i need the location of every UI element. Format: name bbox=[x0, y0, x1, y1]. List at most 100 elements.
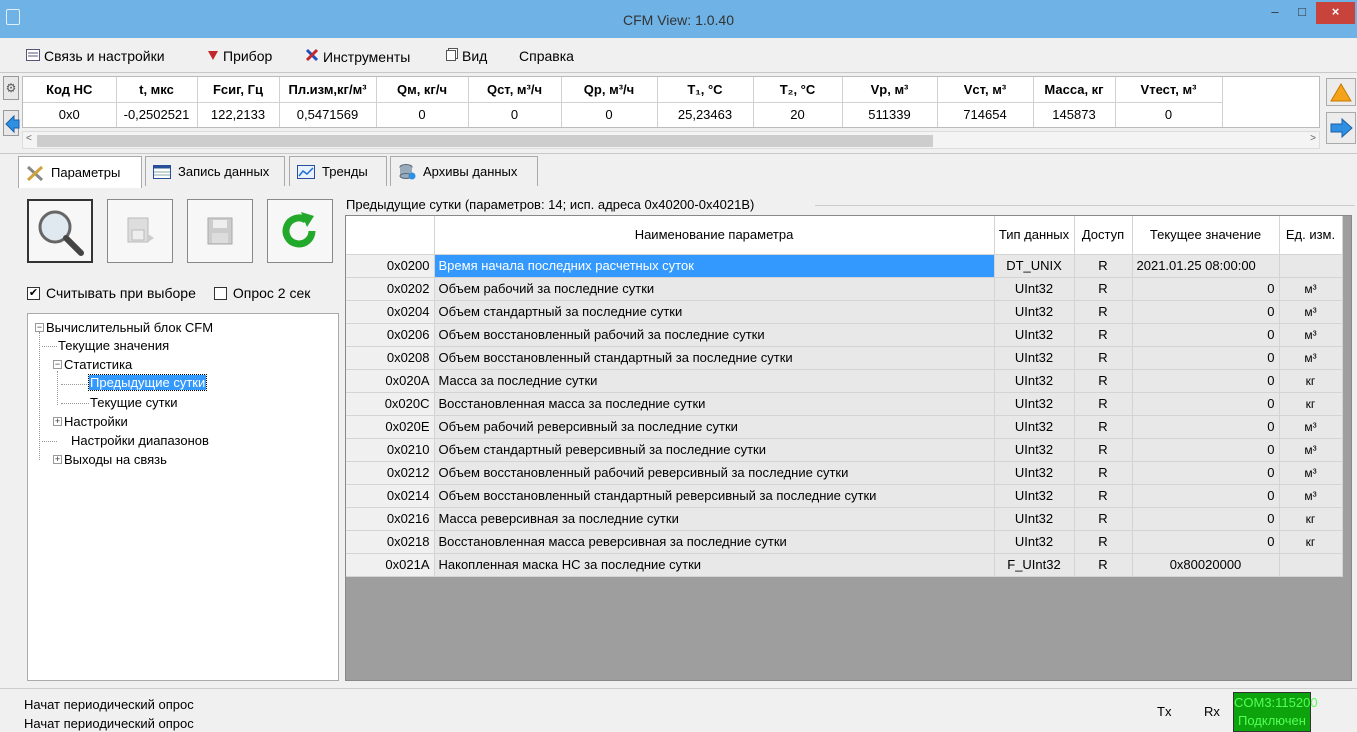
value-cell: 122,2133 bbox=[197, 102, 280, 127]
col-header-name[interactable]: Наименование параметра bbox=[434, 216, 995, 255]
col-header-unit[interactable]: Ед. изм. bbox=[1279, 216, 1343, 255]
param-type: UInt32 bbox=[994, 300, 1075, 324]
parameter-row[interactable]: 0x0208 Объем восстановленный стандартный … bbox=[346, 346, 1343, 370]
expand-icon[interactable]: + bbox=[53, 417, 62, 426]
minimize-button[interactable]: – bbox=[1262, 2, 1288, 24]
tab-data-archives[interactable]: Архивы данных bbox=[390, 156, 538, 186]
parameter-row[interactable]: 0x021A Накопленная маска НС за последние … bbox=[346, 553, 1343, 577]
param-value[interactable]: 0x80020000 bbox=[1132, 553, 1280, 577]
tree-node-outputs[interactable]: + Выходы на связь bbox=[53, 452, 167, 467]
param-address: 0x0200 bbox=[346, 254, 435, 278]
param-unit: м³ bbox=[1279, 438, 1343, 462]
tree-node-statistics[interactable]: − Статистика bbox=[53, 357, 132, 372]
param-access: R bbox=[1074, 277, 1133, 301]
parameter-row[interactable]: 0x0210 Объем стандартный реверсивный за п… bbox=[346, 438, 1343, 462]
tree-node-range-settings[interactable]: Настройки диапазонов bbox=[71, 433, 209, 448]
param-value[interactable]: 0 bbox=[1132, 323, 1280, 347]
parameter-row[interactable]: 0x020C Восстановленная масса за последние… bbox=[346, 392, 1343, 416]
scrollbar-thumb[interactable] bbox=[37, 135, 933, 147]
parameter-row[interactable]: 0x0206 Объем восстановленный рабочий за п… bbox=[346, 323, 1343, 347]
import-button[interactable] bbox=[107, 199, 173, 263]
param-value[interactable]: 0 bbox=[1132, 461, 1280, 485]
param-value[interactable]: 0 bbox=[1132, 530, 1280, 554]
tree-node-current-day[interactable]: Текущие сутки bbox=[90, 395, 177, 410]
menu-tools[interactable]: Инструменты bbox=[305, 48, 410, 65]
save-button[interactable] bbox=[187, 199, 253, 263]
parameter-row[interactable]: 0x0212 Объем восстановленный рабочий реве… bbox=[346, 461, 1343, 485]
param-name: Объем восстановленный рабочий за последн… bbox=[434, 323, 995, 347]
parameter-tree[interactable]: − Вычислительный блок CFM Текущие значен… bbox=[27, 313, 339, 681]
com-port-label: COM3:115200 bbox=[1234, 695, 1318, 710]
param-access: R bbox=[1074, 553, 1133, 577]
tree-node-cfm-block[interactable]: − Вычислительный блок CFM bbox=[35, 320, 213, 335]
param-access: R bbox=[1074, 300, 1133, 324]
maximize-button[interactable]: □ bbox=[1289, 2, 1315, 24]
parameter-row[interactable]: 0x0200 Время начала последних расчетных с… bbox=[346, 254, 1343, 278]
import-file-icon bbox=[127, 217, 154, 243]
tree-node-previous-day[interactable]: Предыдущие сутки bbox=[87, 374, 208, 391]
param-value[interactable]: 0 bbox=[1132, 346, 1280, 370]
value-cell: 20 bbox=[753, 102, 843, 127]
menu-help[interactable]: Справка bbox=[519, 48, 574, 64]
menu-label: Инструменты bbox=[323, 48, 411, 65]
col-header-value[interactable]: Текущее значение bbox=[1132, 216, 1280, 255]
col-header-type[interactable]: Тип данных bbox=[994, 216, 1075, 255]
tree-label: Выходы на связь bbox=[64, 452, 167, 467]
tab-data-recording[interactable]: Запись данных bbox=[145, 156, 285, 186]
parameter-row[interactable]: 0x020E Объем рабочий реверсивный за после… bbox=[346, 415, 1343, 439]
parameter-row[interactable]: 0x0202 Объем рабочий за последние сутки UI… bbox=[346, 277, 1343, 301]
horizontal-scrollbar[interactable]: < > bbox=[22, 131, 1320, 149]
param-value[interactable]: 0 bbox=[1132, 507, 1280, 531]
param-name: Объем восстановленный стандартный за пос… bbox=[434, 346, 995, 370]
param-value[interactable]: 0 bbox=[1132, 369, 1280, 393]
read-on-select-checkbox[interactable]: ✔ bbox=[27, 286, 40, 300]
collapse-icon[interactable]: − bbox=[53, 360, 62, 369]
menu-view[interactable]: Вид bbox=[446, 48, 487, 64]
col-header: Fсиг, Гц bbox=[197, 77, 280, 103]
scroll-right-button[interactable] bbox=[1326, 112, 1356, 144]
tree-node-settings[interactable]: + Настройки bbox=[53, 414, 128, 429]
param-value[interactable]: 0 bbox=[1132, 484, 1280, 508]
tab-parameters[interactable]: Параметры bbox=[18, 156, 142, 188]
gear-button[interactable]: ⚙ bbox=[3, 76, 19, 100]
parameter-row[interactable]: 0x020A Масса за последние сутки UInt32 R 0 кг bbox=[346, 369, 1343, 393]
col-header-access[interactable]: Доступ bbox=[1074, 216, 1133, 255]
param-value[interactable]: 0 bbox=[1132, 300, 1280, 324]
collapse-icon[interactable]: − bbox=[35, 323, 44, 332]
parameter-row[interactable]: 0x0204 Объем стандартный за последние сут… bbox=[346, 300, 1343, 324]
menu-device[interactable]: Прибор bbox=[207, 48, 272, 64]
value-cell: 0 bbox=[561, 102, 658, 127]
expand-icon[interactable]: + bbox=[53, 455, 62, 464]
tree-label: Настройки диапазонов bbox=[71, 433, 209, 448]
value-cell: 714654 bbox=[937, 102, 1034, 127]
menu-label: Связь и настройки bbox=[44, 48, 165, 64]
param-unit: кг bbox=[1279, 530, 1343, 554]
param-name: Время начала последних расчетных суток bbox=[434, 254, 995, 278]
search-button[interactable] bbox=[27, 199, 93, 263]
parameter-row[interactable]: 0x0216 Масса реверсивная за последние сут… bbox=[346, 507, 1343, 531]
scroll-left-button[interactable] bbox=[3, 110, 20, 136]
status-bar: Начат периодический опрос Начат периодич… bbox=[0, 688, 1357, 732]
param-value[interactable]: 0 bbox=[1132, 438, 1280, 462]
tree-node-current-values[interactable]: Текущие значения bbox=[58, 338, 169, 353]
value-cell: 145873 bbox=[1033, 102, 1116, 127]
scroll-left-arrow-icon[interactable]: < bbox=[26, 133, 32, 144]
parameters-header-row: Наименование параметра Тип данных Доступ… bbox=[346, 216, 1343, 255]
scroll-right-arrow-icon[interactable]: > bbox=[1310, 133, 1316, 144]
param-value[interactable]: 0 bbox=[1132, 392, 1280, 416]
param-value[interactable]: 0 bbox=[1132, 415, 1280, 439]
parameter-row[interactable]: 0x0214 Объем восстановленный стандартный … bbox=[346, 484, 1343, 508]
param-access: R bbox=[1074, 461, 1133, 485]
parameter-row[interactable]: 0x0218 Восстановленная масса реверсивная … bbox=[346, 530, 1343, 554]
warning-button[interactable] bbox=[1326, 78, 1356, 106]
param-value[interactable]: 0 bbox=[1132, 277, 1280, 301]
poll-2s-checkbox[interactable] bbox=[213, 286, 227, 300]
tab-trends[interactable]: Тренды bbox=[289, 156, 387, 186]
param-value[interactable]: 2021.01.25 08:00:00 bbox=[1132, 254, 1280, 278]
menu-connection-settings[interactable]: Связь и настройки bbox=[26, 48, 165, 64]
refresh-button[interactable] bbox=[267, 199, 333, 263]
param-access: R bbox=[1074, 438, 1133, 462]
parameters-grid[interactable]: Наименование параметра Тип данных Доступ… bbox=[345, 215, 1352, 681]
close-button[interactable]: × bbox=[1316, 2, 1355, 24]
col-header: Qст, м³/ч bbox=[468, 77, 562, 103]
